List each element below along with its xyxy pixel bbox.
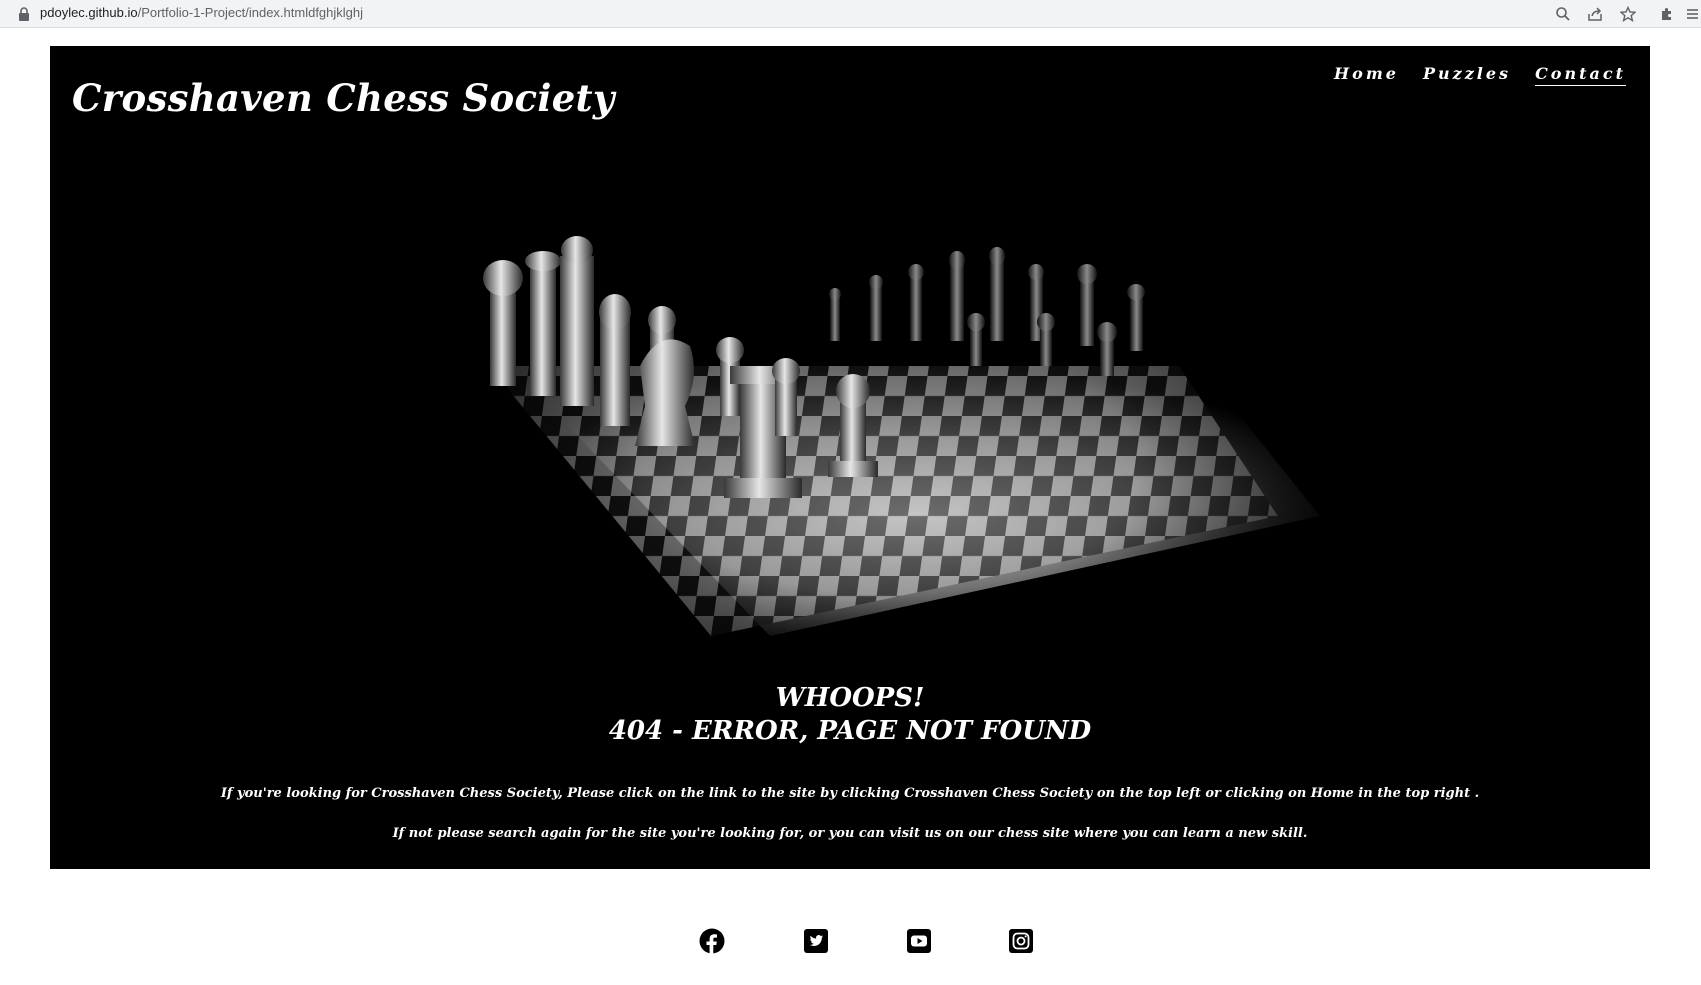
error-subtitle: 404 - ERROR, PAGE NOT FOUND [608, 716, 1092, 746]
error-message-2: If not please search again for the site … [392, 826, 1308, 841]
url-text[interactable]: pdoylec.github.io/Portfolio-1-Project/in… [40, 5, 363, 21]
chessboard-image [430, 216, 1350, 676]
facebook-icon[interactable] [699, 928, 725, 954]
lock-icon [18, 7, 30, 21]
main-nav: Home Puzzles Contact [1334, 64, 1626, 86]
url-path: /Portfolio-1-Project/index.htmldfghjklgh… [137, 5, 364, 20]
site-title[interactable]: Crosshaven Chess Society [72, 76, 615, 120]
share-icon[interactable] [1585, 4, 1605, 24]
menu-icon[interactable] [1684, 4, 1700, 24]
error-headline: WHOOPS! 404 - ERROR, PAGE NOT FOUND [50, 682, 1650, 748]
zoom-icon[interactable] [1553, 4, 1573, 24]
twitter-icon[interactable] [803, 928, 829, 954]
bookmark-star-icon[interactable] [1618, 4, 1638, 24]
youtube-icon[interactable] [906, 928, 932, 954]
extensions-icon[interactable] [1657, 4, 1677, 24]
error-message-1: If you're looking for Crosshaven Chess S… [220, 786, 1480, 801]
nav-puzzles[interactable]: Puzzles [1423, 64, 1511, 86]
hero-section: Crosshaven Chess Society Home Puzzles Co… [50, 46, 1650, 869]
instagram-icon[interactable] [1008, 928, 1034, 954]
nav-home[interactable]: Home [1334, 64, 1399, 86]
browser-address-bar[interactable]: pdoylec.github.io/Portfolio-1-Project/in… [0, 0, 1701, 28]
url-domain: pdoylec.github.io [40, 5, 138, 20]
error-title: WHOOPS! [775, 683, 925, 713]
nav-contact[interactable]: Contact [1535, 64, 1626, 86]
